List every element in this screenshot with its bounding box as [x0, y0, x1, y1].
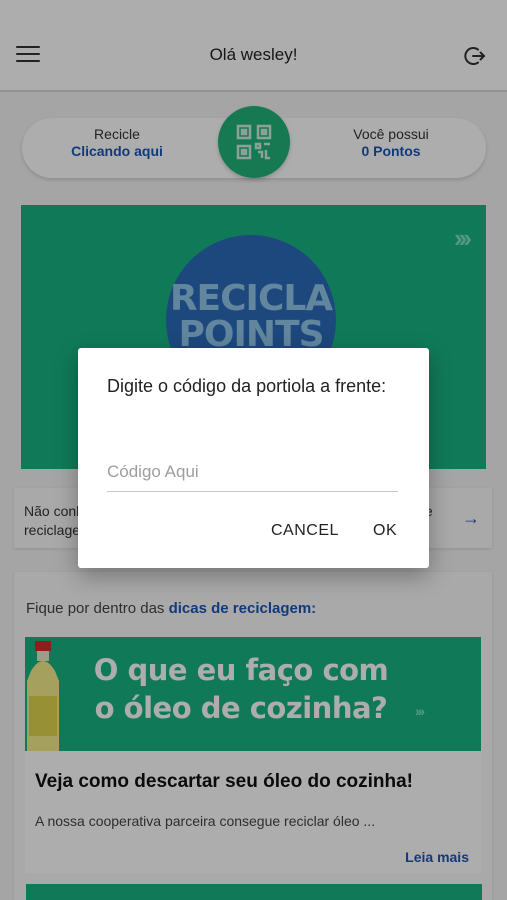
ok-button[interactable]: OK [373, 522, 397, 540]
code-input[interactable] [107, 452, 398, 492]
code-entry-dialog: Digite o código da portiola a frente: CA… [78, 348, 429, 568]
dialog-title: Digite o código da portiola a frente: [107, 376, 387, 396]
cancel-button[interactable]: CANCEL [271, 522, 339, 540]
